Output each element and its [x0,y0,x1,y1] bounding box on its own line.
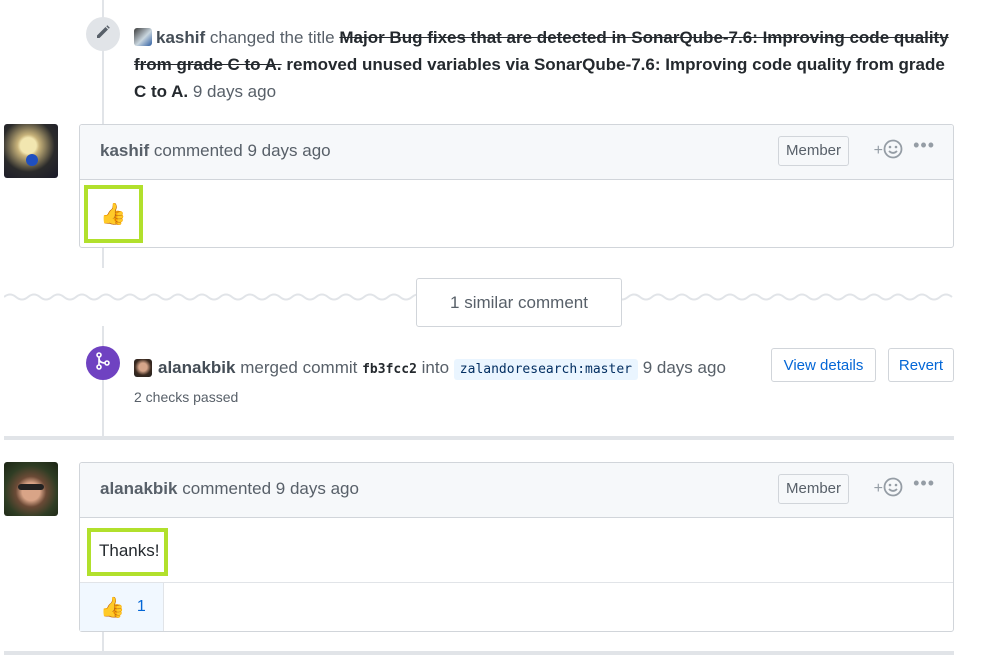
comment-action: commented [182,479,272,498]
merge-event-text: alanakbik merged commit fb3fcc2 into zal… [158,354,778,383]
smiley-icon [883,477,903,502]
add-reaction-button[interactable]: + [874,139,903,163]
comment-meta: kashif commented 9 days ago [100,141,331,161]
checks-status[interactable]: 2 checks passed [134,389,238,405]
event-actor-link[interactable]: kashif [156,28,205,47]
reactions-bar: 👍 1 [80,582,953,631]
member-badge: Member [777,136,849,166]
comment-author-link[interactable]: kashif [100,141,149,160]
timeline-line [102,326,104,436]
rename-event-badge [86,17,120,51]
plus-label: + [873,480,883,497]
avatar[interactable] [4,124,58,178]
show-similar-comment-button[interactable]: 1 similar comment [416,278,622,327]
thumbs-up-emoji: 👍 [100,596,125,619]
timeline-separator [4,436,954,440]
view-details-button[interactable]: View details [771,348,876,382]
avatar[interactable] [4,462,58,516]
branch-label[interactable]: zalandoresearch:master [453,359,638,380]
comment-action: commented [153,141,243,160]
comment-meta: alanakbik commented 9 days ago [100,479,359,499]
smiley-icon [883,139,903,164]
commit-sha-link[interactable]: fb3fcc2 [362,362,417,377]
comment-author-link[interactable]: alanakbik [100,479,178,498]
plus-label: + [873,142,883,159]
comment-card: kashif commented 9 days ago Member + ••• [79,124,954,248]
event-into: into [421,358,450,377]
more-options-button[interactable]: ••• [913,473,935,494]
avatar[interactable] [134,359,152,377]
timeline-separator [4,651,954,655]
thumbs-up-reaction-button[interactable]: 👍 1 [80,583,164,631]
event-actor-link[interactable]: alanakbik [158,358,236,377]
merge-event-badge [86,346,120,380]
reaction-count: 1 [136,598,146,615]
member-badge: Member [777,474,849,504]
event-action: merged commit [240,358,358,377]
comment-timestamp[interactable]: 9 days ago [276,479,359,498]
rename-event-text: kashif changed the title Major Bug fixes… [134,24,954,105]
revert-button[interactable]: Revert [888,348,954,382]
comment-header: alanakbik commented 9 days ago Member + … [80,463,953,518]
add-reaction-button[interactable]: + [874,477,903,501]
more-options-button[interactable]: ••• [913,135,935,156]
similar-comment-label: 1 similar comment [450,292,588,312]
thumbs-up-emoji: 👍 [100,203,127,226]
event-timestamp[interactable]: 9 days ago [643,358,726,377]
timeline-line [102,246,104,268]
comment-body-text: Thanks! [99,541,160,560]
pencil-icon [95,24,111,45]
event-timestamp[interactable]: 9 days ago [193,82,276,101]
merge-icon [95,351,111,375]
comment-header: kashif commented 9 days ago Member + ••• [80,125,953,180]
event-action: changed the title [209,28,335,47]
comment-timestamp[interactable]: 9 days ago [247,141,330,160]
comment-card: alanakbik commented 9 days ago Member + … [79,462,954,632]
